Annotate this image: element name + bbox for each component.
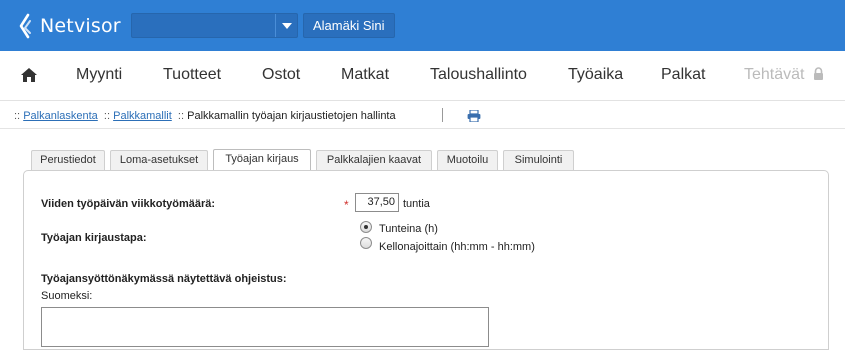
instructions-label: Työajansyöttönäkymässä näytettävä ohjeis…	[41, 273, 287, 285]
finnish-instructions-textarea[interactable]	[41, 307, 489, 347]
breadcrumb-separator: ::	[14, 110, 21, 122]
radio-hours-label: Tunteina (h)	[379, 223, 438, 235]
tab-tyoajan-kirjaus[interactable]: Työajan kirjaus	[213, 149, 311, 171]
breadcrumb-current: Palkkamallin työajan kirjaustietojen hal…	[187, 110, 396, 122]
company-select[interactable]	[131, 13, 298, 38]
entry-method-label: Työajan kirjaustapa:	[41, 232, 147, 244]
main-nav: Myynti Tuotteet Ostot Matkat Taloushalli…	[0, 51, 845, 101]
user-button[interactable]: Alamäki Sini	[303, 13, 395, 38]
weekly-hours-input[interactable]: 37,50	[355, 193, 399, 212]
tab-simulointi[interactable]: Simulointi	[503, 150, 574, 170]
radio-clock-times[interactable]	[360, 237, 372, 249]
breadcrumb-divider	[442, 108, 443, 122]
home-icon[interactable]	[20, 67, 38, 83]
breadcrumb: :: Palkanlaskenta :: Palkkamallit :: Pal…	[0, 102, 845, 129]
breadcrumb-link-palkkamallit[interactable]: Palkkamallit	[113, 110, 172, 122]
tab-muotoilu[interactable]: Muotoilu	[437, 150, 498, 170]
breadcrumb-separator: ::	[177, 110, 185, 122]
company-select-toggle[interactable]	[275, 14, 297, 37]
nav-item-ostot[interactable]: Ostot	[262, 66, 300, 84]
nav-item-tehtavat: Tehtävät	[744, 66, 824, 84]
nav-item-taloushallinto[interactable]: Taloushallinto	[430, 66, 527, 84]
tab-loma-asetukset[interactable]: Loma-asetukset	[110, 150, 208, 170]
nav-item-palkat[interactable]: Palkat	[661, 66, 705, 84]
lock-icon	[813, 67, 823, 80]
chevron-down-icon	[281, 22, 292, 29]
nav-item-tyoaika[interactable]: Työaika	[568, 66, 623, 84]
netvisor-logo-icon	[19, 13, 31, 39]
radio-clock-times-label: Kellonajoittain (hh:mm - hh:mm)	[379, 241, 535, 253]
tab-perustiedot[interactable]: Perustiedot	[31, 150, 105, 170]
radio-hours[interactable]	[360, 221, 372, 233]
breadcrumb-separator: ::	[103, 110, 111, 122]
tab-palkkalajien-kaavat[interactable]: Palkkalajien kaavat	[316, 150, 432, 170]
breadcrumb-link-palkanlaskenta[interactable]: Palkanlaskenta	[23, 110, 98, 122]
nav-item-matkat[interactable]: Matkat	[341, 66, 389, 84]
top-bar: Netvisor Alamäki Sini	[0, 0, 845, 51]
nav-item-tuotteet[interactable]: Tuotteet	[163, 66, 221, 84]
required-mark: *	[344, 198, 349, 212]
nav-item-tehtavat-label: Tehtävät	[744, 66, 805, 83]
finnish-label: Suomeksi:	[41, 290, 93, 302]
weekly-hours-unit: tuntia	[403, 198, 430, 210]
weekly-hours-label: Viiden työpäivän viikkotyömäärä:	[41, 198, 216, 210]
print-icon[interactable]	[467, 110, 481, 122]
logo-text: Netvisor	[40, 15, 121, 37]
nav-item-myynti[interactable]: Myynti	[76, 66, 122, 84]
logo[interactable]: Netvisor	[18, 12, 121, 40]
